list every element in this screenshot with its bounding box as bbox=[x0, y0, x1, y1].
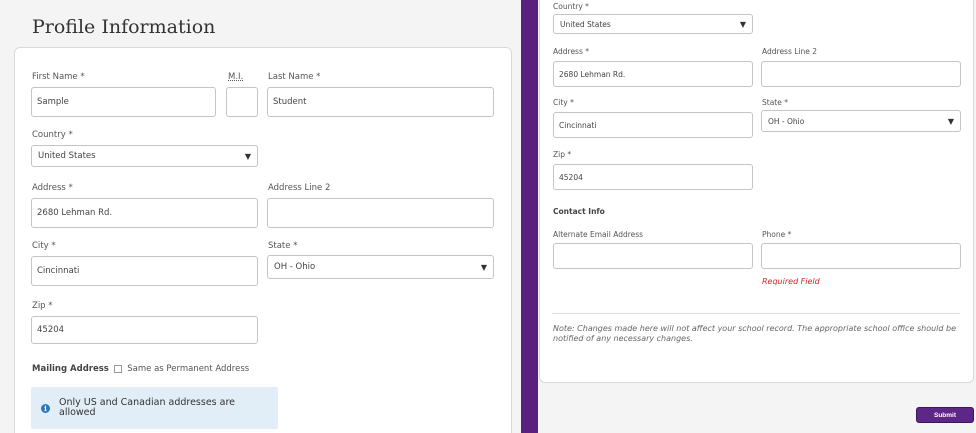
country-select-value: United States bbox=[560, 19, 611, 29]
address-input[interactable]: 2680 Lehman Rd. bbox=[553, 61, 753, 87]
profile-panel-left: Profile Information First Name * Sample … bbox=[0, 0, 521, 433]
info-alert: i Only US and Canadian addresses are all… bbox=[31, 387, 278, 429]
address-line2-label: Address Line 2 bbox=[762, 47, 818, 56]
submit-button[interactable]: Submit bbox=[916, 407, 974, 423]
country-select[interactable]: United States ▼ bbox=[31, 145, 258, 167]
info-alert-text: Only US and Canadian addresses are allow… bbox=[59, 397, 236, 418]
contact-info-heading: Contact Info bbox=[553, 207, 605, 216]
chevron-down-icon: ▼ bbox=[480, 262, 487, 272]
first-name-label: First Name * bbox=[32, 72, 85, 82]
same-as-permanent-label[interactable]: Same as Permanent Address bbox=[127, 364, 249, 374]
address-input[interactable]: 2680 Lehman Rd. bbox=[31, 198, 258, 228]
last-name-label: Last Name * bbox=[268, 72, 321, 82]
info-icon: i bbox=[41, 403, 50, 413]
same-as-permanent-checkbox[interactable] bbox=[113, 364, 122, 373]
mailing-address-row: Mailing Address Same as Permanent Addres… bbox=[32, 364, 249, 374]
phone-input[interactable] bbox=[761, 243, 961, 269]
country-label: Country * bbox=[32, 130, 73, 140]
address-line2-input[interactable] bbox=[267, 198, 494, 228]
city-label: City * bbox=[32, 241, 56, 251]
address-label: Address * bbox=[32, 183, 73, 193]
phone-label: Phone * bbox=[762, 230, 792, 239]
state-label: State * bbox=[268, 241, 298, 251]
chevron-down-icon: ▼ bbox=[739, 19, 746, 29]
state-select[interactable]: OH - Ohio ▼ bbox=[267, 255, 494, 279]
alternate-email-label: Alternate Email Address bbox=[553, 230, 644, 239]
zip-label: Zip * bbox=[32, 301, 53, 311]
country-select[interactable]: United States ▼ bbox=[553, 14, 753, 34]
middle-initial-label: M.I. bbox=[228, 72, 244, 82]
zip-input[interactable]: 45204 bbox=[553, 164, 753, 190]
state-label: State * bbox=[762, 98, 788, 107]
phone-error-message: Required Field bbox=[762, 277, 820, 286]
school-record-note: Note: Changes made here will not affect … bbox=[553, 324, 957, 344]
country-select-value: United States bbox=[38, 151, 96, 161]
chevron-down-icon: ▼ bbox=[947, 116, 954, 126]
last-name-input[interactable]: Student bbox=[267, 87, 494, 117]
address-line2-label: Address Line 2 bbox=[268, 183, 331, 193]
middle-initial-input[interactable] bbox=[226, 87, 258, 117]
zip-label: Zip * bbox=[553, 150, 572, 159]
zip-input[interactable]: 45204 bbox=[31, 316, 258, 344]
page-title: Profile Information bbox=[32, 16, 216, 38]
state-select-value: OH - Ohio bbox=[768, 116, 805, 126]
city-input[interactable]: Cincinnati bbox=[553, 112, 753, 138]
city-input[interactable]: Cincinnati bbox=[31, 256, 258, 286]
country-label: Country * bbox=[553, 2, 589, 11]
city-label: City * bbox=[553, 98, 574, 107]
state-select-value: OH - Ohio bbox=[274, 262, 316, 272]
alternate-email-input[interactable] bbox=[553, 243, 753, 269]
chevron-down-icon: ▼ bbox=[244, 151, 251, 161]
profile-panel-right: Country * United States ▼ Address * 2680… bbox=[538, 0, 976, 433]
address-label: Address * bbox=[553, 47, 590, 56]
first-name-input[interactable]: Sample bbox=[31, 87, 216, 117]
address-line2-input[interactable] bbox=[761, 61, 961, 87]
divider bbox=[552, 313, 960, 314]
mailing-address-heading: Mailing Address bbox=[32, 364, 109, 374]
state-select[interactable]: OH - Ohio ▼ bbox=[761, 110, 961, 132]
